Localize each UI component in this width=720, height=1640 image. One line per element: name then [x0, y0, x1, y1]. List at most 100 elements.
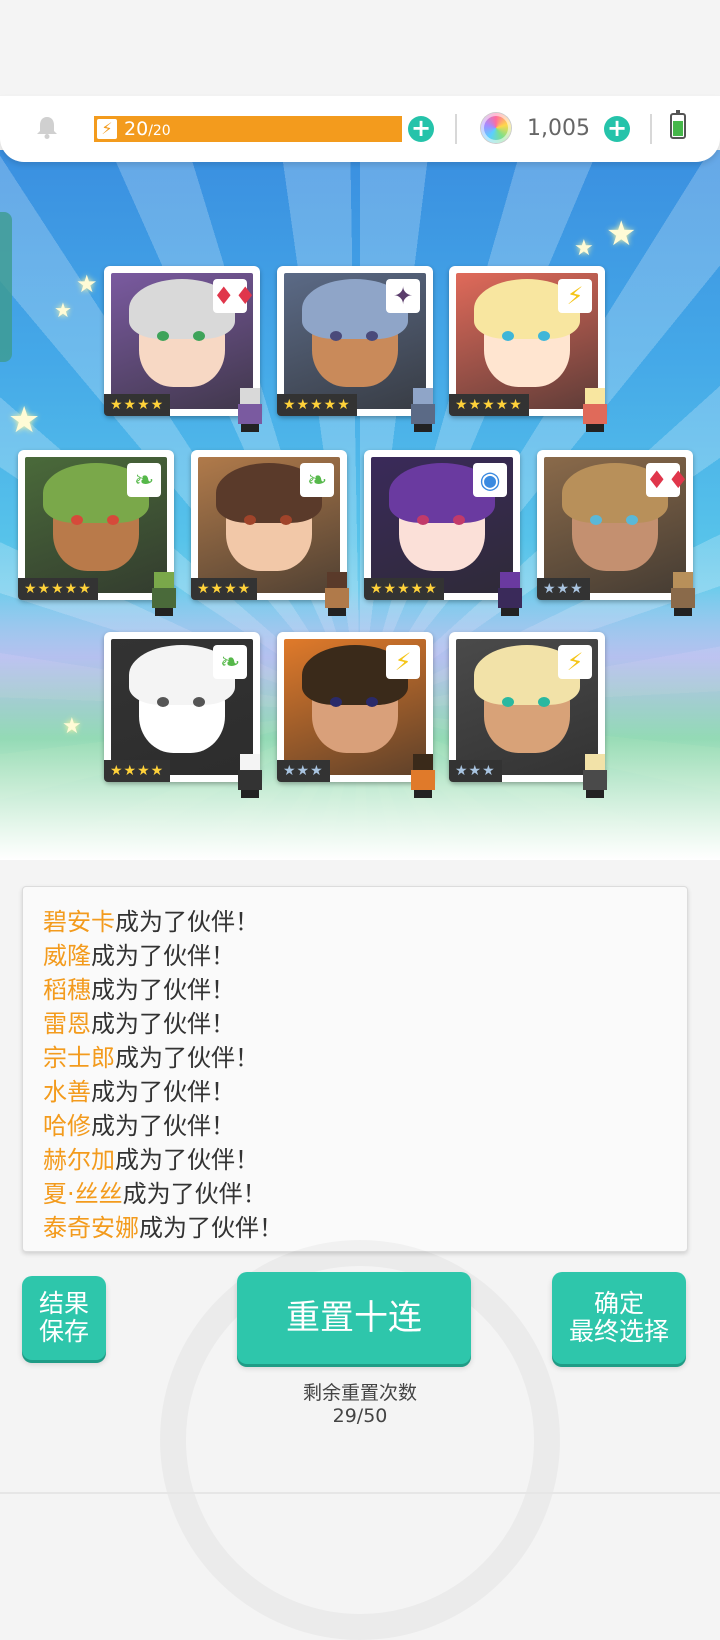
sprite-body — [671, 588, 695, 608]
hero-eye — [453, 515, 465, 525]
sprite-head — [154, 572, 174, 588]
star-icon: ★ — [76, 270, 98, 298]
sprite-body — [152, 588, 176, 608]
hero-card[interactable]: ❧ ★★★★ — [191, 450, 349, 616]
hero-name: 夏·丝丝 — [43, 1180, 123, 1208]
divider — [455, 114, 457, 144]
stamina-bar: ⚡ 20/20 — [94, 116, 402, 142]
stamina-max: /20 — [148, 123, 171, 139]
rarity-stars: ★★★★★ — [18, 578, 98, 600]
hero-eye — [502, 697, 514, 707]
pixel-sprite — [232, 388, 268, 432]
log-suffix: 成为了伙伴！ — [91, 1010, 235, 1038]
hero-eye — [244, 515, 256, 525]
leaf-icon: ❧ — [213, 645, 247, 679]
log-suffix: 成为了伙伴！ — [91, 1078, 235, 1106]
rarity-stars: ★★★★ — [104, 760, 171, 782]
log-suffix: 成为了伙伴！ — [91, 976, 235, 1004]
lightning-icon: ⚡ — [97, 119, 117, 139]
red-diamonds-icon: ♦♦ — [213, 279, 253, 313]
gem-count: 1,005 — [527, 116, 590, 141]
star-icon: ★ — [574, 236, 594, 261]
hero-eye — [280, 515, 292, 525]
hero-card[interactable]: ◉ ★★★★★ — [364, 450, 522, 616]
hero-card[interactable]: ⚡ ★★★ — [449, 632, 607, 798]
pixel-sprite — [492, 572, 528, 616]
log-line: 雷恩成为了伙伴！ — [23, 1007, 283, 1041]
sprite-head — [585, 754, 605, 770]
pixel-sprite — [405, 388, 441, 432]
hero-eye — [417, 515, 429, 525]
rarity-stars: ★★★★★ — [449, 394, 529, 416]
rarity-stars: ★★★ — [449, 760, 502, 782]
hero-name: 哈修 — [43, 1112, 91, 1140]
log-line: 泰奇安娜成为了伙伴！ — [23, 1211, 283, 1245]
confirm-final-button[interactable]: 确定 最终选择 — [552, 1272, 686, 1364]
divider — [650, 114, 652, 144]
sprite-legs — [586, 790, 604, 798]
log-line: 碧安卡成为了伙伴！ — [23, 905, 283, 939]
hero-eye — [366, 331, 378, 341]
side-tab[interactable] — [0, 212, 12, 362]
log-suffix: 成为了伙伴！ — [115, 1146, 259, 1174]
confirm-button-line2: 最终选择 — [568, 1317, 669, 1346]
leaf-icon: ❧ — [127, 463, 161, 497]
lightning-icon: ⚡ — [558, 279, 592, 313]
hero-name: 碧安卡 — [43, 908, 115, 936]
resource-bar: ⚡ 20/20 + 1,005 + — [0, 96, 720, 162]
sprite-legs — [241, 424, 259, 432]
lightning-icon: ⚡ — [558, 645, 592, 679]
add-gems-button[interactable]: + — [604, 116, 630, 142]
result-log[interactable]: 碧安卡成为了伙伴！ 威隆成为了伙伴！ 稻穗成为了伙伴！ 雷恩成为了伙伴！ 宗士郎成为了伙… — [22, 886, 688, 1252]
hero-card[interactable]: ⚡ ★★★ — [277, 632, 435, 798]
hero-eye — [157, 697, 169, 707]
hero-eye — [330, 697, 342, 707]
remaining-resets-label: 剩余重置次数 — [302, 1382, 417, 1404]
sprite-legs — [155, 608, 173, 616]
rarity-stars: ★★★★ — [191, 578, 258, 600]
sprite-body — [498, 588, 522, 608]
pixel-sprite — [232, 754, 268, 798]
sprite-head — [240, 754, 260, 770]
hero-card[interactable]: ⚡ ★★★★★ — [449, 266, 607, 432]
confirm-button-line1: 确定 — [593, 1289, 644, 1318]
sprite-legs — [414, 790, 432, 798]
leaf-icon: ❧ — [300, 463, 334, 497]
sprite-head — [240, 388, 260, 404]
rarity-stars: ★★★★ — [104, 394, 171, 416]
bell-icon[interactable] — [34, 114, 60, 140]
sprite-head — [327, 572, 347, 588]
add-stamina-button[interactable]: + — [408, 116, 434, 142]
log-line: 赫尔加成为了伙伴！ — [23, 1143, 283, 1177]
sprite-body — [238, 404, 262, 424]
hero-card[interactable]: ✦ ★★★★★ — [277, 266, 435, 432]
star-icon: ★ — [54, 298, 72, 322]
pixel-sprite — [665, 572, 701, 616]
hero-card[interactable]: ♦♦ ★★★ — [537, 450, 695, 616]
hero-card[interactable]: ❧ ★★★★ — [104, 632, 262, 798]
hero-eye — [157, 331, 169, 341]
hero-eye — [538, 697, 550, 707]
hero-eye — [538, 331, 550, 341]
sprite-body — [583, 770, 607, 790]
rarity-stars: ★★★ — [537, 578, 590, 600]
log-line: 威隆成为了伙伴！ — [23, 939, 283, 973]
save-result-button[interactable]: 结果 保存 — [22, 1276, 106, 1360]
sprite-legs — [414, 424, 432, 432]
hero-name: 稻穗 — [43, 976, 91, 1004]
hero-name: 泰奇安娜 — [43, 1214, 139, 1242]
reset-button-label: 重置十连 — [286, 1298, 422, 1338]
hero-card[interactable]: ❧ ★★★★★ — [18, 450, 176, 616]
stamina-text: 20/20 — [124, 117, 171, 142]
sprite-legs — [328, 608, 346, 616]
log-line: 哈修成为了伙伴！ — [23, 1109, 283, 1143]
reset-ten-pull-button[interactable]: 重置十连 — [237, 1272, 471, 1364]
log-suffix: 成为了伙伴！ — [122, 1180, 267, 1208]
log-list: 碧安卡成为了伙伴！ 威隆成为了伙伴！ 稻穗成为了伙伴！ 雷恩成为了伙伴！ 宗士郎成为了伙… — [23, 905, 283, 1245]
sprite-legs — [501, 608, 519, 616]
dark-star-icon: ✦ — [386, 279, 420, 313]
hero-eye — [71, 515, 83, 525]
hero-card[interactable]: ♦♦ ★★★★ — [104, 266, 262, 432]
divider — [0, 1492, 720, 1494]
sprite-head — [500, 572, 520, 588]
